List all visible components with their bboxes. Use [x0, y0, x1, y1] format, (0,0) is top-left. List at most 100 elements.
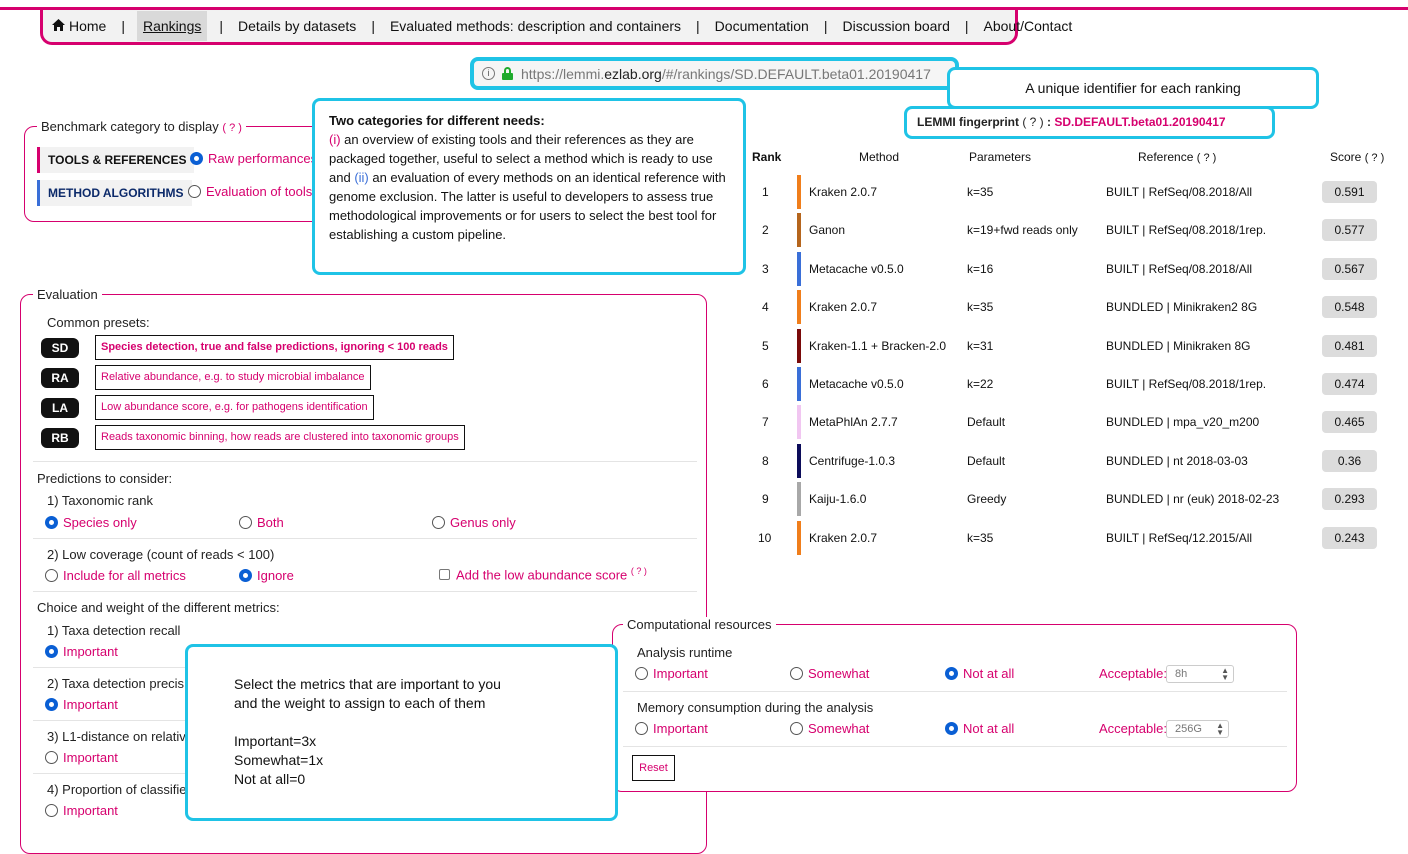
method-cell[interactable]: Kraken 2.0.7	[809, 300, 877, 314]
memory-somewhat[interactable]: Somewhat	[790, 721, 869, 736]
metric-recall-important[interactable]: Important	[45, 644, 118, 659]
method-color-bar	[797, 444, 801, 478]
info-icon[interactable]: i	[482, 67, 495, 80]
reference-cell: BUNDLED | mpa_v20_m200	[1106, 415, 1260, 429]
nav-separator: |	[696, 18, 700, 34]
runtime-not-at-all-radio[interactable]	[945, 667, 958, 680]
reference-cell: BUNDLED | Minikraken 8G	[1106, 339, 1251, 353]
header-score-help[interactable]: ( ? )	[1365, 152, 1385, 164]
low-abundance-checkbox[interactable]	[439, 569, 450, 581]
method-cell[interactable]: Kraken-1.1 + Bracken-2.0	[809, 339, 946, 353]
preset-la-desc[interactable]: Low abundance score, e.g. for pathogens …	[95, 395, 374, 420]
spinner-arrows-icon[interactable]: ▲ ▼	[1216, 722, 1224, 737]
header-reference: Reference ( ? )	[1138, 150, 1216, 164]
metric-l1-title: 3) L1-distance on relativ	[47, 729, 186, 744]
raw-performances-option[interactable]: Raw performances	[190, 151, 317, 166]
method-cell[interactable]: Metacache v0.5.0	[809, 377, 904, 391]
nav-rankings[interactable]: Rankings	[137, 11, 208, 41]
method-cell[interactable]: Ganon	[809, 223, 845, 237]
metric-l1-radio[interactable]	[45, 751, 58, 764]
preset-rb-button[interactable]: RB	[41, 428, 79, 448]
rank-both-radio[interactable]	[239, 516, 252, 529]
nav-about-contact[interactable]: About/Contact	[981, 18, 1076, 34]
metrics-callout-line3: Important=3x	[234, 733, 317, 749]
benchmark-category-panel: Benchmark category to display ( ? ) TOOL…	[24, 119, 354, 222]
benchmark-help[interactable]: ( ? )	[222, 122, 242, 134]
memory-not-at-all[interactable]: Not at all	[945, 721, 1014, 736]
memory-important-radio[interactable]	[635, 722, 648, 735]
runtime-somewhat-radio[interactable]	[790, 667, 803, 680]
runtime-important-radio[interactable]	[635, 667, 648, 680]
metric-proportion-radio[interactable]	[45, 804, 58, 817]
evaluation-of-tools-option[interactable]: Evaluation of tools	[188, 184, 312, 199]
method-cell[interactable]: MetaPhlAn 2.7.7	[809, 415, 898, 429]
memory-not-at-all-radio[interactable]	[945, 722, 958, 735]
evaluation-legend: Evaluation	[33, 287, 102, 302]
nav-evaluated-methods[interactable]: Evaluated methods: description and conta…	[387, 18, 684, 34]
metrics-callout-line1: Select the metrics that are important to…	[234, 676, 501, 692]
low-abundance-help[interactable]: ( ? )	[631, 566, 647, 576]
preset-ra-button[interactable]: RA	[41, 368, 79, 388]
categories-callout-body: (i) an overview of existing tools and th…	[329, 130, 729, 244]
preset-sd-desc[interactable]: Species detection, true and false predic…	[95, 335, 454, 360]
url-bar[interactable]: i https://lemmi. ezlab.org/#/rankings/SD.…	[470, 57, 959, 90]
coverage-ignore-label: Ignore	[257, 568, 294, 583]
method-cell[interactable]: Kaiju-1.6.0	[809, 492, 866, 506]
nav-documentation[interactable]: Documentation	[712, 18, 812, 34]
preset-sd-button[interactable]: SD	[41, 338, 79, 358]
rank-genus-only[interactable]: Genus only	[432, 515, 516, 530]
runtime-important[interactable]: Important	[635, 666, 708, 681]
spinner-arrows-icon[interactable]: ▲ ▼	[1221, 667, 1229, 682]
metric-precision-radio[interactable]	[45, 698, 58, 711]
benchmark-legend-text: Benchmark category to display	[41, 119, 219, 134]
method-cell[interactable]: Kraken 2.0.7	[809, 531, 877, 545]
runtime-acceptable-spinner[interactable]: 8h ▲ ▼	[1166, 665, 1234, 683]
rank-species-only[interactable]: Species only	[45, 515, 137, 530]
coverage-include[interactable]: Include for all metrics	[45, 568, 186, 583]
raw-performances-radio[interactable]	[190, 152, 203, 165]
metrics-callout-line5: Not at all=0	[234, 771, 306, 787]
nav-home[interactable]: Home	[49, 18, 109, 34]
metric-l1-important[interactable]: Important	[45, 750, 118, 765]
parameters-cell: Default	[967, 415, 1006, 429]
nav-separator: |	[121, 18, 125, 34]
rank-both[interactable]: Both	[239, 515, 284, 530]
coverage-ignore[interactable]: Ignore	[239, 568, 294, 583]
memory-important[interactable]: Important	[635, 721, 708, 736]
low-abundance-option[interactable]: Add the low abundance score ( ? )	[439, 566, 647, 582]
coverage-ignore-radio[interactable]	[239, 569, 252, 582]
fingerprint-help[interactable]: ( ? )	[1022, 115, 1043, 129]
runtime-acceptable-label: Acceptable:	[1099, 666, 1167, 681]
divider	[33, 461, 697, 462]
method-cell[interactable]: Metacache v0.5.0	[809, 262, 904, 276]
identifier-callout: A unique identifier for each ranking	[947, 67, 1319, 109]
metric-precision-important[interactable]: Important	[45, 697, 118, 712]
categories-text-ii: an evaluation of every methods on an ide…	[329, 170, 726, 242]
header-reference-help[interactable]: ( ? )	[1197, 152, 1217, 164]
memory-acceptable-spinner[interactable]: 256G ▲ ▼	[1166, 720, 1229, 738]
fingerprint-box: LEMMI fingerprint ( ? ) : SD.DEFAULT.bet…	[904, 106, 1275, 139]
nav-details-by-datasets[interactable]: Details by datasets	[235, 18, 359, 34]
preset-ra-desc[interactable]: Relative abundance, e.g. to study microb…	[95, 365, 371, 390]
memory-acceptable-label: Acceptable:	[1099, 721, 1167, 736]
nav-separator: |	[823, 18, 828, 34]
coverage-include-radio[interactable]	[45, 569, 58, 582]
reset-button[interactable]: Reset	[632, 755, 675, 781]
parameters-cell: Default	[967, 454, 1006, 468]
preset-la-button[interactable]: LA	[41, 398, 79, 418]
runtime-acceptable-value: 8h	[1175, 668, 1188, 680]
method-cell[interactable]: Centrifuge-1.0.3	[809, 454, 895, 468]
rank-species-only-radio[interactable]	[45, 516, 58, 529]
header-parameters: Parameters	[969, 150, 1032, 164]
runtime-somewhat[interactable]: Somewhat	[790, 666, 869, 681]
preset-rb-desc[interactable]: Reads taxonomic binning, how reads are c…	[95, 425, 465, 450]
metric-proportion-important[interactable]: Important	[45, 803, 118, 818]
metric-recall-radio[interactable]	[45, 645, 58, 658]
nav-discussion-board[interactable]: Discussion board	[839, 18, 952, 34]
rank-genus-only-radio[interactable]	[432, 516, 445, 529]
memory-somewhat-radio[interactable]	[790, 722, 803, 735]
method-cell[interactable]: Kraken 2.0.7	[809, 185, 877, 199]
runtime-not-at-all[interactable]: Not at all	[945, 666, 1014, 681]
parameters-cell: k=16	[967, 262, 994, 276]
evaluation-of-tools-radio[interactable]	[188, 185, 201, 198]
